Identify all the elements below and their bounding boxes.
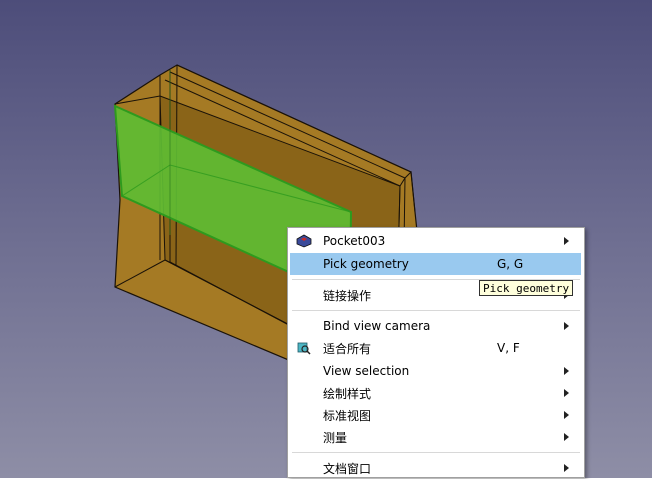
menu-item-label: 文档窗口 — [323, 461, 372, 476]
menu-item-standard-views[interactable]: 标准视图 — [290, 404, 581, 426]
menu-item-label: 测量 — [323, 430, 348, 445]
submenu-arrow-icon — [564, 411, 569, 419]
submenu-arrow-icon — [564, 389, 569, 397]
submenu-arrow-icon — [564, 322, 569, 330]
context-menu: Pocket003 Pick geometry G, G 链接操作 Bind v… — [287, 227, 585, 478]
submenu-arrow-icon — [564, 367, 569, 375]
menu-item-label: 标准视图 — [323, 408, 372, 423]
menu-item-pick-geometry[interactable]: Pick geometry G, G — [290, 253, 581, 275]
submenu-arrow-icon — [564, 464, 569, 472]
menu-item-label: Bind view camera — [323, 319, 431, 333]
submenu-arrow-icon — [564, 433, 569, 441]
menu-separator — [292, 452, 580, 453]
menu-item-label: 绘制样式 — [323, 386, 372, 401]
menu-item-label: 链接操作 — [323, 288, 372, 303]
menu-item-fit-all[interactable]: 适合所有 V, F — [290, 337, 581, 359]
menu-item-draw-style[interactable]: 绘制样式 — [290, 382, 581, 404]
menu-item-label: View selection — [323, 364, 410, 378]
menu-item-shortcut: V, F — [497, 341, 520, 355]
menu-item-view-selection[interactable]: View selection — [290, 360, 581, 382]
menu-item-shortcut: G, G — [497, 257, 524, 271]
pocket-feature-icon — [295, 232, 313, 250]
menu-item-measure[interactable]: 测量 — [290, 426, 581, 448]
menu-item-pocket003[interactable]: Pocket003 — [290, 230, 581, 252]
menu-item-document-window[interactable]: 文档窗口 — [290, 457, 581, 479]
fit-all-icon — [295, 339, 313, 357]
menu-item-label: Pick geometry — [323, 257, 409, 271]
menu-item-label: Pocket003 — [323, 234, 386, 248]
menu-separator — [292, 310, 580, 311]
submenu-arrow-icon — [564, 237, 569, 245]
tooltip: Pick geometry — [479, 280, 574, 296]
menu-item-bind-view-camera[interactable]: Bind view camera — [290, 315, 581, 337]
menu-item-label: 适合所有 — [323, 341, 372, 356]
